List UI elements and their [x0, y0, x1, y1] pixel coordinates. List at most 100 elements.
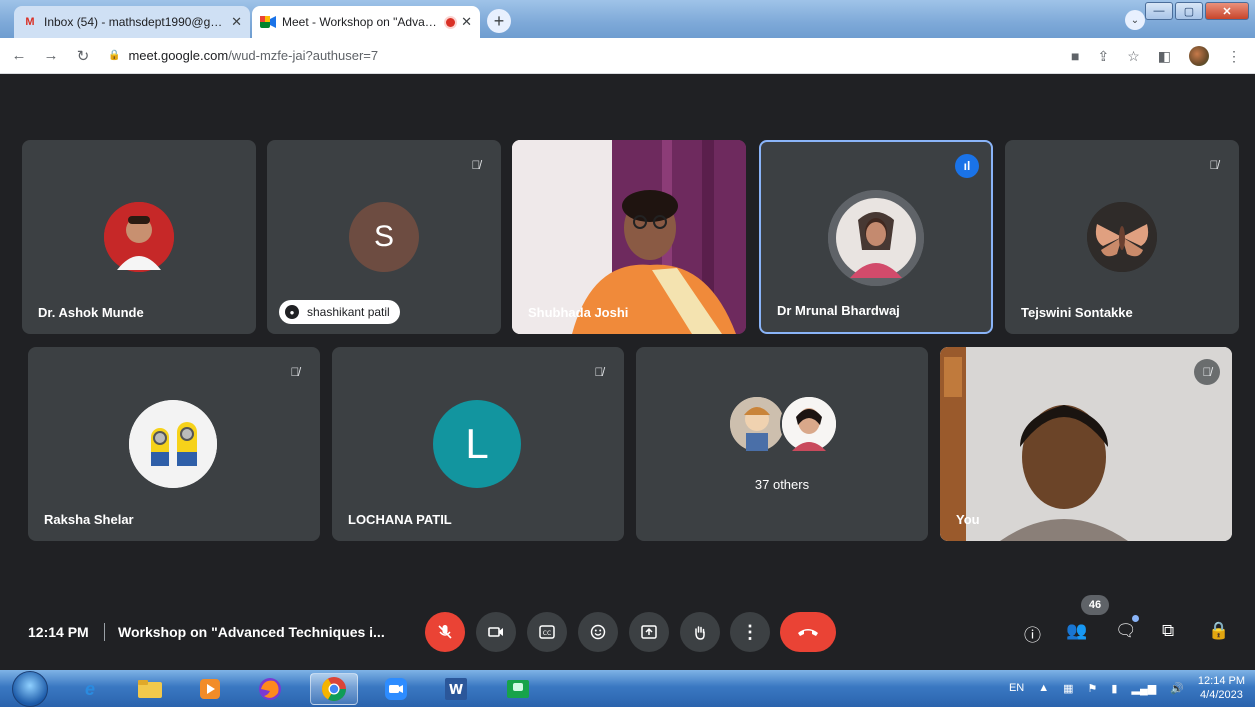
avatar	[828, 190, 924, 286]
participant-name: Dr. Ashok Munde	[38, 305, 144, 320]
url-field[interactable]: 🔒 meet.google.com/wud-mzfe-jai?authuser=…	[108, 48, 378, 63]
gmail-icon: M	[25, 16, 35, 28]
more-options-button[interactable]: ⋮	[730, 612, 770, 652]
tab-meet[interactable]: Meet - Workshop on "Advanced Techniques …	[252, 6, 480, 38]
show-hidden-icons-icon[interactable]: ▲	[1038, 682, 1049, 694]
system-tray: EN ▲ ▦ ⚑ ▮ ▂▄▆ 🔊 12:14 PM 4/4/2023	[1009, 674, 1245, 702]
url-path: /wud-mzfe-jai?authuser=7	[228, 48, 379, 63]
address-bar-actions: ■ ⇪ ☆ ◧ ⋮	[1071, 46, 1241, 66]
self-view-tile[interactable]: 🎙̸ You	[940, 347, 1232, 541]
mic-off-icon: 🎙̸	[1194, 359, 1220, 385]
file-explorer-icon[interactable]	[126, 673, 174, 705]
tab-gmail-inbox[interactable]: M Inbox (54) - mathsdept1990@gmail.com ✕	[14, 6, 250, 38]
name-pill: ● shashikant patil	[279, 300, 400, 324]
volume-icon[interactable]: 🔊	[1170, 682, 1184, 695]
avatar	[1087, 202, 1157, 272]
avatar: L	[433, 400, 521, 488]
participant-tile[interactable]: 🎙̸ L LOCHANA PATIL	[332, 347, 624, 541]
svg-text:W: W	[449, 683, 463, 698]
participant-tile[interactable]: 🎙̸ Tejswini Sontakke	[1005, 140, 1239, 334]
meet-stage: Dr. Ashok Munde 🎙̸ S ● shashikant patil …	[0, 75, 1255, 670]
menu-kebab-icon[interactable]: ⋮	[1227, 48, 1241, 65]
url-host: meet.google.com	[128, 48, 229, 63]
participant-tile[interactable]: 🎙̸ S ● shashikant patil	[267, 140, 501, 334]
participant-name: Dr Mrunal Bhardwaj	[777, 303, 900, 318]
reload-icon[interactable]: ↻	[70, 43, 96, 69]
mic-off-icon: 🎙̸	[594, 365, 604, 379]
tray-app-icon[interactable]: ▦	[1063, 682, 1073, 695]
mic-toggle-button[interactable]	[425, 612, 465, 652]
mic-off-icon: 🎙̸	[290, 365, 300, 379]
language-indicator[interactable]: EN	[1009, 682, 1024, 694]
window-controls: — ▢ ✕	[1145, 2, 1249, 20]
lock-icon: 🔒	[108, 50, 121, 61]
more-vert-icon: ⋮	[741, 621, 759, 642]
address-bar-row: ← → ↻ 🔒 meet.google.com/wud-mzfe-jai?aut…	[0, 38, 1255, 74]
chrome-icon[interactable]	[310, 673, 358, 705]
camera-permission-icon[interactable]: ■	[1071, 48, 1079, 64]
activities-icon[interactable]: ⧉	[1162, 621, 1174, 641]
action-center-flag-icon[interactable]: ⚑	[1088, 682, 1098, 695]
media-player-icon[interactable]	[186, 673, 234, 705]
new-tab-button[interactable]: +	[487, 9, 511, 33]
participant-name: Shubhada Joshi	[528, 305, 629, 320]
present-icon	[641, 625, 657, 639]
avatar	[728, 395, 786, 453]
leave-call-button[interactable]	[780, 612, 836, 652]
hang-up-icon	[798, 629, 818, 636]
firefox-icon[interactable]	[246, 673, 294, 705]
raise-hand-button[interactable]	[680, 612, 720, 652]
forward-icon[interactable]: →	[38, 43, 64, 69]
participant-tile[interactable]: 🎙̸ Raksha Shelar	[28, 347, 320, 541]
people-icon[interactable]: 👥	[1066, 621, 1087, 641]
meeting-details-icon[interactable]: ⓘ	[1024, 621, 1041, 646]
network-signal-icon[interactable]: ▂▄▆	[1131, 682, 1156, 695]
tab-search-icon[interactable]: ⌄	[1125, 10, 1145, 30]
internet-explorer-icon[interactable]: e	[66, 673, 114, 705]
others-count-label: 37 others	[754, 477, 810, 492]
minimize-button[interactable]: —	[1145, 2, 1173, 20]
chat-notification-dot	[1132, 615, 1139, 622]
meet-icon	[260, 15, 276, 29]
windows-start-button[interactable]	[12, 671, 48, 707]
participant-name: You	[956, 512, 980, 527]
speaking-indicator-icon: ıl	[955, 154, 979, 178]
reactions-button[interactable]	[578, 612, 618, 652]
camera-toggle-button[interactable]	[476, 612, 516, 652]
hand-icon	[695, 626, 705, 640]
word-icon[interactable]: W	[432, 673, 480, 705]
close-tab-icon[interactable]: ✕	[461, 14, 472, 30]
chat-icon[interactable]: 🗨	[1115, 621, 1137, 641]
profile-avatar-icon[interactable]	[1189, 46, 1209, 66]
participant-tile[interactable]: Dr. Ashok Munde	[22, 140, 256, 334]
browser-tab-bar: M Inbox (54) - mathsdept1990@gmail.com ✕…	[0, 0, 1255, 38]
avatar	[129, 400, 217, 488]
participant-tile-speaking[interactable]: ıl Dr Mrunal Bhardwaj	[759, 140, 993, 334]
tab-title: Meet - Workshop on "Advanced Techniques …	[282, 15, 442, 29]
participant-name: Tejswini Sontakke	[1021, 305, 1133, 320]
avatar: S	[349, 202, 419, 272]
mic-off-icon	[438, 625, 452, 639]
mic-off-icon: 🎙̸	[471, 158, 481, 172]
participant-name: Raksha Shelar	[44, 512, 134, 527]
pin-icon: ●	[285, 305, 299, 319]
side-panel-icon[interactable]: ◧	[1158, 48, 1171, 65]
window-close-button[interactable]: ✕	[1205, 2, 1249, 20]
captions-button[interactable]: CC	[527, 612, 567, 652]
emoji-icon	[590, 624, 606, 640]
share-icon[interactable]: ⇪	[1097, 48, 1109, 65]
bookmark-star-icon[interactable]: ☆	[1127, 48, 1140, 65]
back-icon[interactable]: ←	[6, 43, 32, 69]
close-tab-icon[interactable]: ✕	[231, 14, 242, 30]
system-clock[interactable]: 12:14 PM 4/4/2023	[1198, 674, 1245, 702]
zoom-icon[interactable]	[372, 673, 420, 705]
present-screen-button[interactable]	[629, 612, 669, 652]
green-app-icon[interactable]	[494, 673, 542, 705]
host-controls-icon[interactable]: 🔒	[1208, 621, 1229, 641]
others-tile[interactable]: 37 others	[636, 347, 928, 541]
participant-tile[interactable]: Shubhada Joshi	[512, 140, 746, 334]
battery-icon[interactable]: ▮	[1111, 682, 1117, 695]
mic-off-icon: 🎙̸	[1209, 158, 1219, 172]
maximize-button[interactable]: ▢	[1175, 2, 1203, 20]
avatar	[780, 395, 838, 453]
